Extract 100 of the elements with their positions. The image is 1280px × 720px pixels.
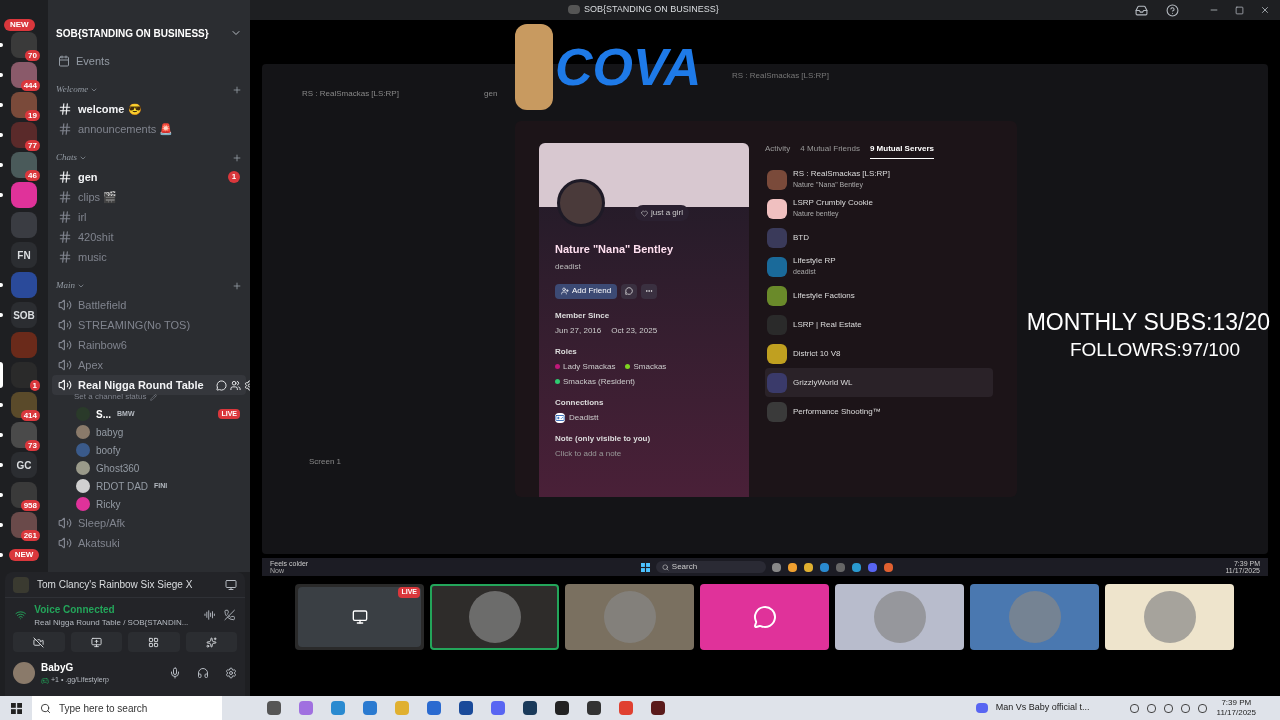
camera-button[interactable] — [13, 632, 65, 652]
server-icon[interactable] — [11, 122, 37, 148]
hash-icon — [58, 250, 72, 264]
chat-icon[interactable] — [215, 379, 227, 391]
events-link[interactable]: Events — [76, 52, 110, 70]
clock-time: 7:39 PM — [1221, 698, 1252, 708]
channel-item[interactable]: Rainbow6 — [52, 335, 246, 355]
search-box[interactable]: Search — [655, 561, 766, 573]
share-screen-button[interactable] — [70, 632, 122, 652]
channel-item[interactable]: announcements 🚨 — [52, 119, 246, 139]
invite-icon[interactable] — [229, 379, 241, 391]
server-icon[interactable] — [11, 422, 37, 448]
add-channel-icon[interactable] — [232, 153, 242, 163]
headphones-icon[interactable] — [197, 667, 209, 679]
video-tile[interactable] — [430, 584, 559, 650]
close-icon[interactable] — [1260, 5, 1270, 15]
user-avatar[interactable] — [13, 662, 35, 684]
windows-logo-icon[interactable] — [640, 562, 650, 572]
voice-status[interactable]: Voice Connected — [34, 601, 189, 617]
server-icon[interactable] — [11, 62, 37, 88]
member-name[interactable]: Ghost360 — [96, 460, 140, 476]
add-friend-button[interactable]: Add Friend — [555, 283, 618, 299]
channel-item[interactable]: Battlefield — [52, 295, 246, 315]
mutual-server-item[interactable]: Performance Shooting™ — [765, 397, 993, 426]
channel-item[interactable]: irl — [52, 207, 246, 227]
username: deadist — [555, 260, 582, 273]
inbox-icon[interactable] — [1135, 3, 1148, 17]
pencil-icon[interactable] — [149, 393, 157, 401]
server-icon[interactable] — [11, 392, 37, 418]
channel-item[interactable]: Sleep/Afk — [52, 513, 246, 533]
server-icon[interactable]: SOB — [11, 302, 37, 328]
channel-item[interactable]: gen 1 — [52, 167, 246, 187]
server-icon[interactable] — [11, 482, 37, 508]
profile-tab[interactable]: 4 Mutual Friends — [800, 143, 860, 159]
mutual-server-item[interactable]: LSRP | Real Estate — [765, 310, 993, 339]
add-channel-icon[interactable] — [232, 281, 242, 291]
member-name[interactable]: boofy — [96, 442, 121, 458]
server-icon[interactable]: GC — [11, 452, 37, 478]
server-name[interactable]: SOB{STANDING ON BUSINESS} — [56, 25, 209, 41]
maximize-icon[interactable] — [1235, 5, 1244, 15]
disconnect-icon[interactable] — [223, 609, 235, 621]
category-label[interactable]: Chats — [56, 151, 77, 165]
new-badge[interactable]: NEW — [8, 549, 40, 561]
mutual-server-item[interactable]: BTD — [765, 223, 993, 252]
member-name[interactable]: S... — [96, 406, 111, 422]
speaker-icon — [58, 318, 72, 332]
video-tile[interactable] — [700, 584, 829, 650]
channel-item[interactable]: music — [52, 247, 246, 267]
channel-item[interactable]: welcome 😎 — [52, 99, 246, 119]
video-tile[interactable] — [970, 584, 1099, 650]
member-name[interactable]: RDOT DAD — [96, 478, 149, 494]
console-icon — [555, 412, 565, 423]
profile-tab[interactable]: Activity — [765, 143, 791, 159]
channel-item[interactable]: STREAMING(No TOS) — [52, 315, 246, 335]
windows-logo-icon[interactable] — [10, 702, 22, 714]
mutual-server-item[interactable]: Lifestyle Factions — [765, 281, 993, 310]
mic-icon[interactable] — [169, 667, 181, 679]
channel-item[interactable]: clips 🎬 — [52, 187, 246, 207]
avatar — [1008, 591, 1061, 643]
voice-channel[interactable]: Real Nigga Round Table / SOB{STANDIN... — [34, 616, 189, 629]
monitor-icon[interactable] — [225, 578, 237, 591]
avatar-photo[interactable] — [557, 179, 605, 227]
mention-badge: 1 — [29, 380, 40, 391]
mention-badge: 444 — [20, 80, 40, 91]
noise-icon[interactable] — [204, 609, 216, 621]
member-name[interactable]: babyg — [96, 424, 124, 440]
connection-name[interactable]: Deadistt — [569, 411, 599, 424]
channel-item[interactable]: Apex — [52, 355, 246, 375]
category-label[interactable]: Welcome — [56, 83, 89, 97]
server-icon[interactable]: FN — [11, 242, 37, 268]
mutual-server-item[interactable]: GrizzlyWorld WL — [765, 368, 993, 397]
camera-off-icon — [33, 636, 45, 648]
video-tile[interactable] — [1105, 584, 1234, 650]
chevron-icon[interactable] — [79, 154, 87, 162]
video-tile[interactable] — [835, 584, 964, 650]
speaker-icon — [58, 338, 72, 352]
soundboard-button[interactable] — [185, 632, 237, 652]
profile-tab[interactable]: 9 Mutual Servers — [869, 143, 934, 159]
add-channel-icon[interactable] — [232, 85, 242, 95]
category-label[interactable]: Main — [56, 279, 75, 293]
server-icon[interactable] — [11, 512, 37, 538]
channel-item[interactable]: 420shit — [52, 227, 246, 247]
video-tile[interactable] — [565, 584, 694, 650]
mutual-server-item[interactable]: District 10 V8 — [765, 339, 993, 368]
more-button[interactable] — [641, 283, 658, 299]
search-box[interactable]: Type here to search — [32, 696, 222, 720]
chevron-icon[interactable] — [77, 282, 85, 290]
activities-icon — [148, 636, 160, 648]
note-field[interactable]: Click to add a note — [555, 447, 695, 460]
media-title[interactable]: Man Vs Baby official t... — [995, 701, 1090, 715]
channel-item[interactable]: Akatsuki — [52, 533, 246, 553]
server-icon[interactable] — [11, 32, 37, 58]
server-icon[interactable] — [11, 152, 37, 178]
chevron-icon[interactable] — [90, 86, 99, 94]
help-icon[interactable] — [1166, 3, 1179, 17]
member-name[interactable]: Ricky — [96, 496, 121, 512]
server-icon[interactable] — [11, 92, 37, 118]
activities-button[interactable] — [128, 632, 180, 652]
channel-name: gen — [484, 88, 498, 100]
message-button[interactable] — [621, 283, 638, 299]
